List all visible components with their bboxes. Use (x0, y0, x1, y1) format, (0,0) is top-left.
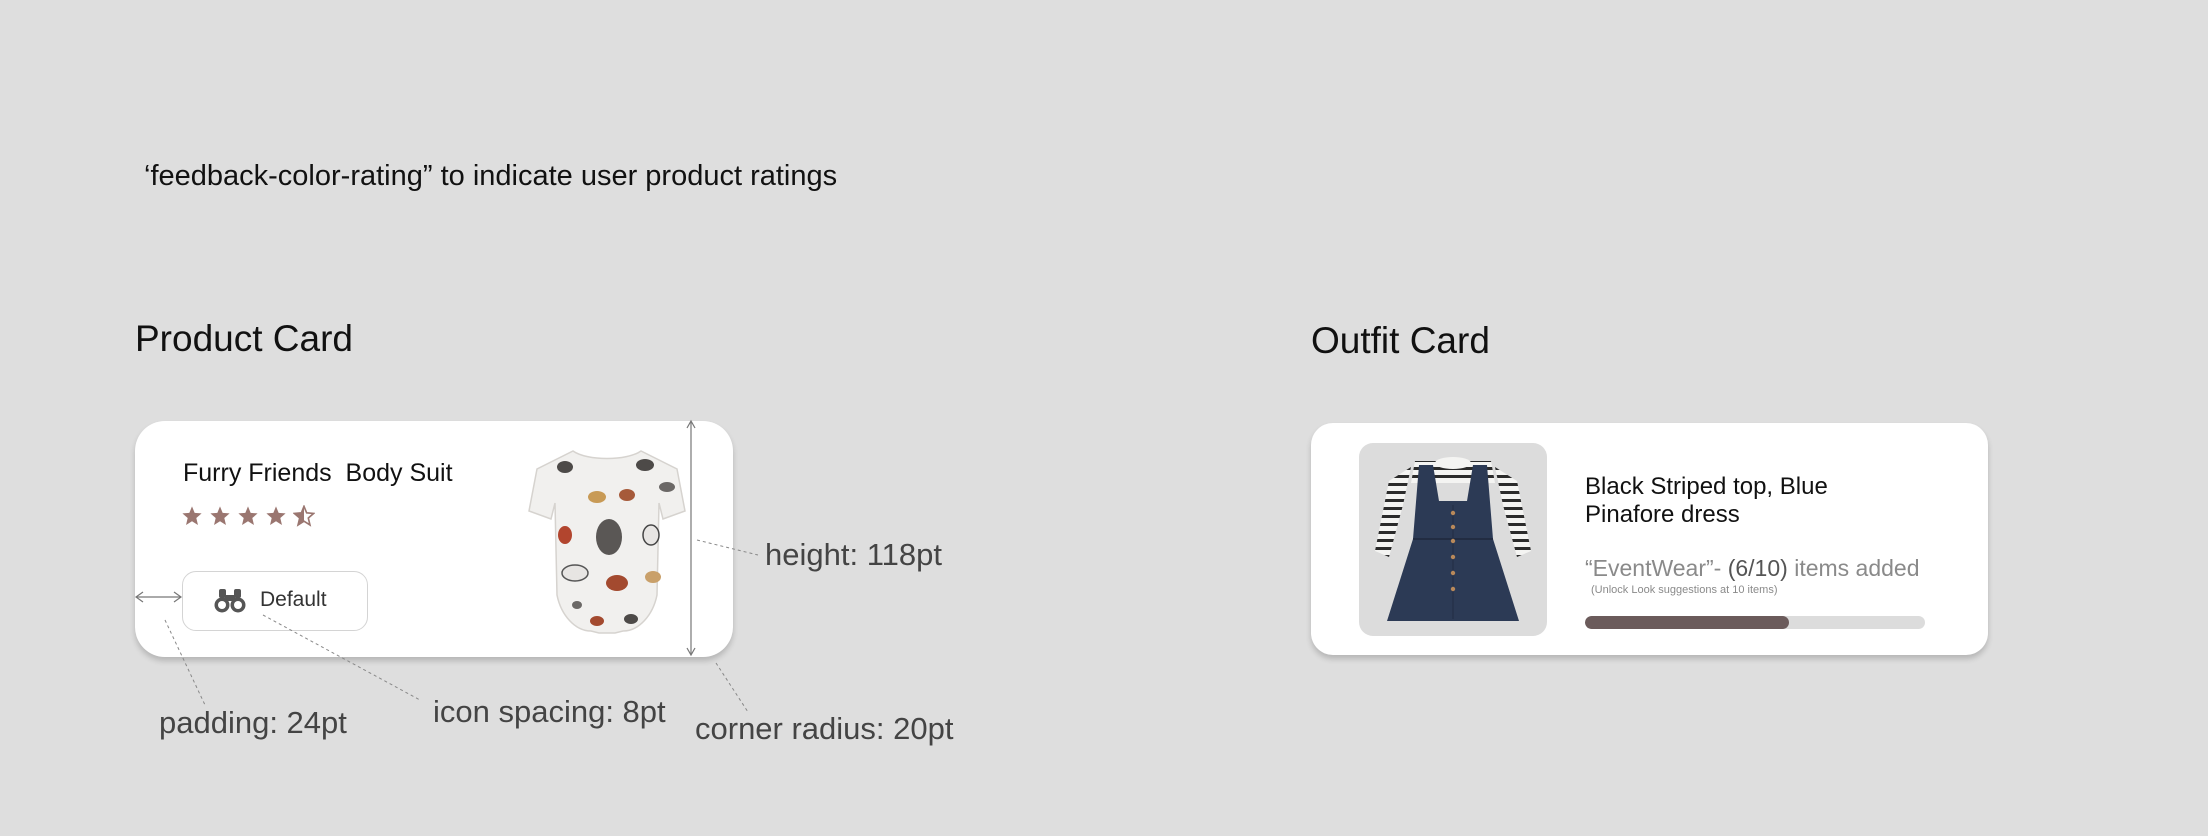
height-leader-line (696, 539, 759, 556)
outfit-progress-text: “EventWear”- (6/10) items added (1585, 555, 1920, 582)
collection-name: “EventWear”- (1585, 555, 1728, 581)
padding-leader-line (164, 619, 206, 706)
icon-spacing-leader-line (262, 614, 421, 701)
items-added-label: items added (1787, 555, 1920, 581)
corner-radius-leader-line (715, 662, 749, 713)
outfit-card-title: Outfit Card (1311, 320, 1490, 361)
item-count: (6/10) (1727, 555, 1788, 581)
outfit-progress-bar (1585, 616, 1925, 629)
outfit-progress-fill (1585, 616, 1789, 629)
outfit-dress-illustration (1375, 457, 1531, 621)
corner-radius-annotation: corner radius: 20pt (695, 711, 954, 746)
outfit-card[interactable]: Black Striped top, Blue Pinafore dress “… (1311, 423, 1988, 655)
icon-spacing-annotation: icon spacing: 8pt (433, 694, 666, 729)
unlock-hint: (Unlock Look suggestions at 10 items) (1591, 584, 1778, 596)
outfit-image (1359, 443, 1547, 636)
padding-annotation: padding: 24pt (159, 705, 347, 740)
outfit-title: Black Striped top, Blue Pinafore dress (1585, 473, 1828, 528)
height-annotation: height: 118pt (765, 537, 942, 572)
